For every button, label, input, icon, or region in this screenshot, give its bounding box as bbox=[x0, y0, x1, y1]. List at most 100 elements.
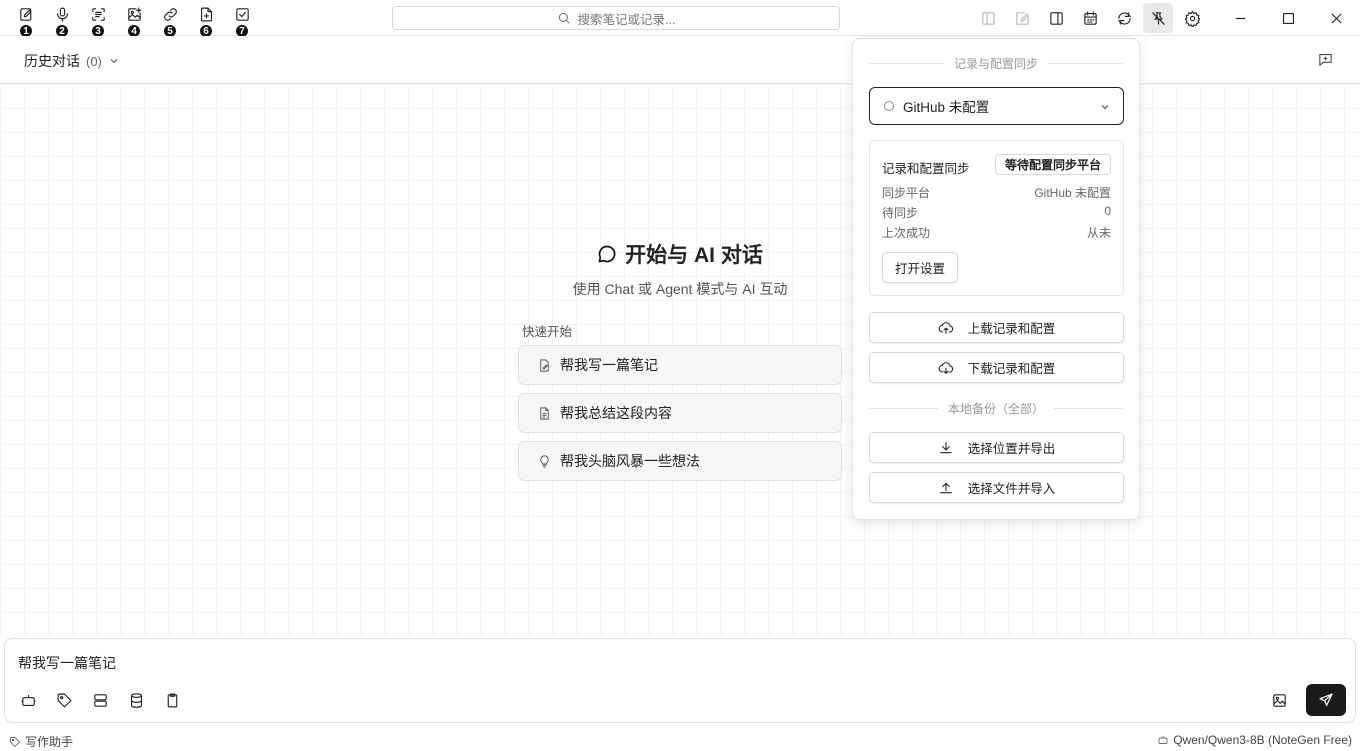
sync-row-last-success: 上次成功 从未 bbox=[882, 224, 1111, 241]
import-button[interactable]: 选择文件并导入 bbox=[869, 472, 1124, 503]
history-label: 历史对话 bbox=[24, 53, 80, 69]
tags-icon bbox=[57, 693, 71, 707]
hero-title-text: 开始与 AI 对话 bbox=[625, 244, 763, 267]
assistant-mode[interactable]: 写作助手 bbox=[9, 733, 73, 750]
image-plus-tool[interactable]: 4 bbox=[122, 6, 146, 38]
sync-button[interactable] bbox=[1109, 3, 1139, 33]
note-edit-icon bbox=[19, 8, 31, 21]
history-dropdown[interactable]: 历史对话 (0) bbox=[24, 51, 120, 71]
bot-icon bbox=[20, 694, 36, 706]
file-plus-tool[interactable]: 6 bbox=[194, 6, 218, 38]
quick-start-item-label: 帮我总结这段内容 bbox=[560, 405, 672, 421]
note-edit-tool[interactable]: 1 bbox=[14, 6, 38, 38]
maximize-icon bbox=[1282, 12, 1294, 24]
file-plus-icon bbox=[200, 7, 212, 22]
left-sidebar-toggle[interactable] bbox=[973, 3, 1003, 33]
edit-toggle[interactable] bbox=[1007, 3, 1037, 33]
text-scan-icon bbox=[91, 8, 105, 21]
quick-start-write-note[interactable]: 帮我写一篇笔记 bbox=[518, 345, 842, 385]
search-input[interactable]: 搜索笔记或记录... bbox=[392, 6, 840, 30]
close-button[interactable] bbox=[1321, 3, 1351, 33]
chat-input-text[interactable]: 帮我写一篇笔记 bbox=[18, 653, 116, 673]
row-value: 0 bbox=[1104, 204, 1111, 218]
calendar-button[interactable] bbox=[1075, 3, 1105, 33]
image-upload-button[interactable] bbox=[1268, 689, 1290, 711]
edit-icon bbox=[1015, 11, 1029, 25]
status-circle-icon bbox=[884, 101, 894, 111]
quick-start-item-label: 帮我写一篇笔记 bbox=[560, 357, 658, 373]
knowledge-base-button[interactable] bbox=[125, 689, 147, 711]
backup-section-header: 本地备份（全部） bbox=[869, 400, 1123, 417]
hero-subtitle: 使用 Chat 或 Agent 模式与 AI 互动 bbox=[572, 281, 788, 297]
clipboard-icon bbox=[167, 693, 177, 707]
settings-button[interactable] bbox=[1177, 3, 1207, 33]
history-count: (0) bbox=[86, 53, 102, 69]
download-icon bbox=[939, 441, 952, 453]
status-badge: 等待配置同步平台 bbox=[994, 154, 1111, 175]
file-pen-icon bbox=[540, 358, 549, 372]
quick-start-brainstorm[interactable]: 帮我头脑风暴一些想法 bbox=[518, 441, 842, 481]
chevron-down-icon bbox=[110, 59, 118, 64]
status-bar: 写作助手 Qwen/Qwen3-8B (NoteGen Free) bbox=[0, 729, 1360, 751]
open-settings-button[interactable]: 打开设置 bbox=[882, 252, 959, 283]
assistant-mode-label: 写作助手 bbox=[25, 735, 74, 749]
top-toolbar: 1 2 3 4 5 6 7 搜索笔记或记录... bbox=[0, 0, 1360, 38]
search-placeholder: 搜索笔记或记录... bbox=[577, 12, 676, 27]
file-text-icon bbox=[540, 406, 549, 420]
quick-start-summarize[interactable]: 帮我总结这段内容 bbox=[518, 393, 842, 433]
mode-button[interactable] bbox=[17, 689, 39, 711]
model-selector[interactable]: Qwen/Qwen3-8B (NoteGen Free) bbox=[1157, 733, 1352, 747]
database-icon bbox=[130, 692, 142, 708]
import-label: 选择文件并导入 bbox=[967, 482, 1056, 496]
cloud-upload-icon bbox=[938, 321, 953, 334]
row-value: GitHub 未配置 bbox=[1034, 186, 1111, 200]
right-sidebar-toggle[interactable] bbox=[1041, 3, 1071, 33]
tag-icon bbox=[10, 736, 21, 747]
microphone-icon bbox=[56, 7, 68, 22]
microphone-tool[interactable]: 2 bbox=[50, 6, 74, 38]
quick-start-label: 快速开始 bbox=[522, 325, 573, 339]
upload-label: 上载记录和配置 bbox=[967, 322, 1056, 336]
sync-row-platform: 同步平台 GitHub 未配置 bbox=[882, 184, 1111, 201]
link-tool[interactable]: 5 bbox=[158, 6, 182, 38]
sync-status-card: 记录和配置同步 等待配置同步平台 同步平台 GitHub 未配置 待同步 0 上… bbox=[869, 140, 1124, 296]
close-icon bbox=[1331, 13, 1341, 23]
clipboard-button[interactable] bbox=[161, 689, 183, 711]
text-scan-tool[interactable]: 3 bbox=[86, 6, 110, 38]
export-button[interactable]: 选择位置并导出 bbox=[869, 432, 1124, 463]
send-button[interactable] bbox=[1306, 684, 1346, 716]
tag-button[interactable] bbox=[53, 689, 75, 711]
chat-input-box[interactable]: 帮我写一篇笔记 bbox=[4, 638, 1356, 723]
cloud-download-icon bbox=[938, 361, 953, 374]
chat-area: 开始与 AI 对话 使用 Chat 或 Agent 模式与 AI 互动 快速开始… bbox=[0, 84, 1360, 636]
checkbox-tool[interactable]: 7 bbox=[230, 6, 254, 38]
minimize-button[interactable] bbox=[1225, 3, 1255, 33]
maximize-button[interactable] bbox=[1273, 3, 1303, 33]
hero-title: 开始与 AI 对话 bbox=[0, 239, 1360, 269]
pin-off-button[interactable] bbox=[1143, 3, 1173, 33]
upload-icon bbox=[939, 482, 952, 493]
layout-button[interactable] bbox=[89, 689, 111, 711]
gear-icon bbox=[1184, 10, 1200, 27]
bot-icon bbox=[1158, 736, 1168, 744]
download-label: 下载记录和配置 bbox=[967, 362, 1056, 376]
sync-platform-select[interactable]: GitHub 未配置 bbox=[869, 87, 1124, 125]
row-key: 同步平台 bbox=[882, 186, 931, 200]
download-button[interactable]: 下载记录和配置 bbox=[869, 352, 1124, 383]
cloud-sync-icon bbox=[1117, 11, 1131, 25]
sync-panel: 记录与配置同步 GitHub 未配置 记录和配置同步 等待配置同步平台 同步平台… bbox=[852, 38, 1140, 520]
sync-row-pending: 待同步 0 bbox=[882, 204, 1111, 221]
search-icon bbox=[558, 12, 570, 24]
new-chat-button[interactable] bbox=[1317, 51, 1334, 71]
chevron-down-icon bbox=[1101, 105, 1109, 110]
quick-start-item-label: 帮我头脑风暴一些想法 bbox=[560, 453, 700, 469]
sync-section-header: 记录与配置同步 bbox=[869, 55, 1123, 72]
minimize-icon bbox=[1235, 17, 1245, 19]
image-icon bbox=[1272, 693, 1286, 707]
pin-off-icon bbox=[1151, 11, 1165, 25]
row-value: 从未 bbox=[1086, 226, 1111, 240]
upload-button[interactable]: 上载记录和配置 bbox=[869, 312, 1124, 343]
checkbox-icon bbox=[235, 8, 249, 21]
model-name: Qwen/Qwen3-8B (NoteGen Free) bbox=[1173, 733, 1352, 747]
sidebar-right-icon bbox=[1049, 11, 1063, 25]
